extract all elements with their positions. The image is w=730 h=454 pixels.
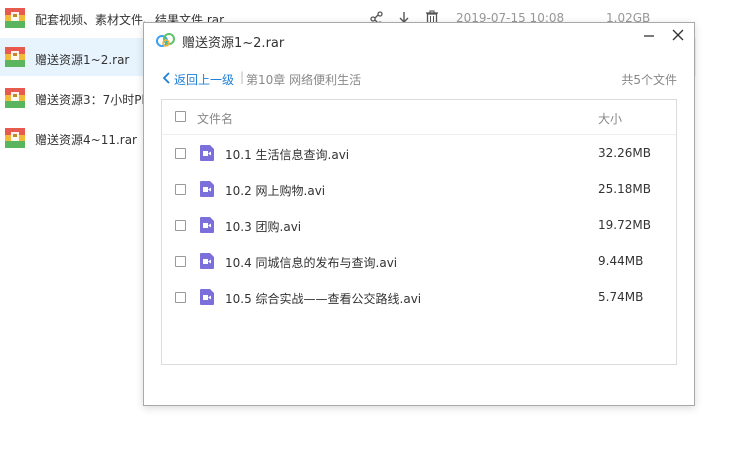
video-file-icon [200, 253, 214, 269]
file-size: 5.74MB [598, 290, 644, 304]
rar-archive-icon [5, 88, 25, 108]
table-header: 文件名 大小 [162, 100, 676, 135]
row-checkbox[interactable] [175, 292, 186, 303]
file-size: 32.26MB [598, 146, 651, 160]
file-name: 10.4 同城信息的发布与查询.avi [225, 256, 398, 270]
row-checkbox[interactable] [175, 184, 186, 195]
dialog-title: 赠送资源1~2.rar [182, 36, 285, 51]
dialog-titlebar[interactable]: 赠送资源1~2.rar [144, 23, 694, 57]
table-row[interactable]: 10.4 同城信息的发布与查询.avi 9.44MB [162, 243, 676, 279]
row-checkbox[interactable] [175, 148, 186, 159]
table-row[interactable]: 10.1 生活信息查询.avi 32.26MB [162, 135, 676, 171]
archive-preview-dialog: 赠送资源1~2.rar 返回上一级 | 第10章 网络便利生活 共5个文件 文件… [143, 22, 695, 406]
select-all-checkbox[interactable] [175, 111, 186, 122]
file-count: 共5个文件 [621, 73, 677, 87]
file-name: 10.5 综合实战——查看公交路线.avi [225, 292, 422, 306]
file-size: 19.72MB [598, 218, 651, 232]
file-name: 10.1 生活信息查询.avi [225, 148, 350, 162]
table-row[interactable]: 10.5 综合实战——查看公交路线.avi 5.74MB [162, 279, 676, 315]
table-row[interactable]: 10.3 团购.avi 19.72MB [162, 207, 676, 243]
video-file-icon [200, 181, 214, 197]
baidu-netdisk-logo-icon [156, 33, 175, 47]
rar-archive-icon [5, 8, 25, 28]
list-item-name: 赠送资源1~2.rar [35, 53, 130, 67]
video-file-icon [200, 217, 214, 233]
breadcrumb: 第10章 网络便利生活 [246, 73, 362, 87]
close-icon[interactable] [669, 26, 687, 44]
table-row[interactable]: 10.2 网上购物.avi 25.18MB [162, 171, 676, 207]
minimize-icon[interactable] [640, 27, 658, 45]
rar-archive-icon [5, 128, 25, 148]
video-file-icon [200, 289, 214, 305]
file-name: 10.2 网上购物.avi [225, 184, 326, 198]
row-checkbox[interactable] [175, 256, 186, 267]
row-checkbox[interactable] [175, 220, 186, 231]
video-file-icon [200, 145, 214, 161]
column-header-name: 文件名 [197, 112, 234, 126]
chevron-left-icon[interactable] [161, 72, 171, 84]
file-size: 25.18MB [598, 182, 651, 196]
list-item-name: 赠送资源3：7小时Ph [35, 93, 150, 107]
breadcrumb-separator: | [240, 70, 245, 84]
column-header-size: 大小 [598, 112, 623, 126]
rar-archive-icon [5, 47, 25, 67]
file-name: 10.3 团购.avi [225, 220, 302, 234]
list-item-name: 赠送资源4~11.rar [35, 133, 137, 147]
back-button[interactable]: 返回上一级 [174, 71, 234, 88]
dialog-navigation: 返回上一级 | 第10章 网络便利生活 共5个文件 [144, 69, 694, 89]
file-table: 文件名 大小 10.1 生活信息查询.avi 32.26MB 10.2 网上购物… [161, 99, 677, 365]
file-size: 9.44MB [598, 254, 644, 268]
